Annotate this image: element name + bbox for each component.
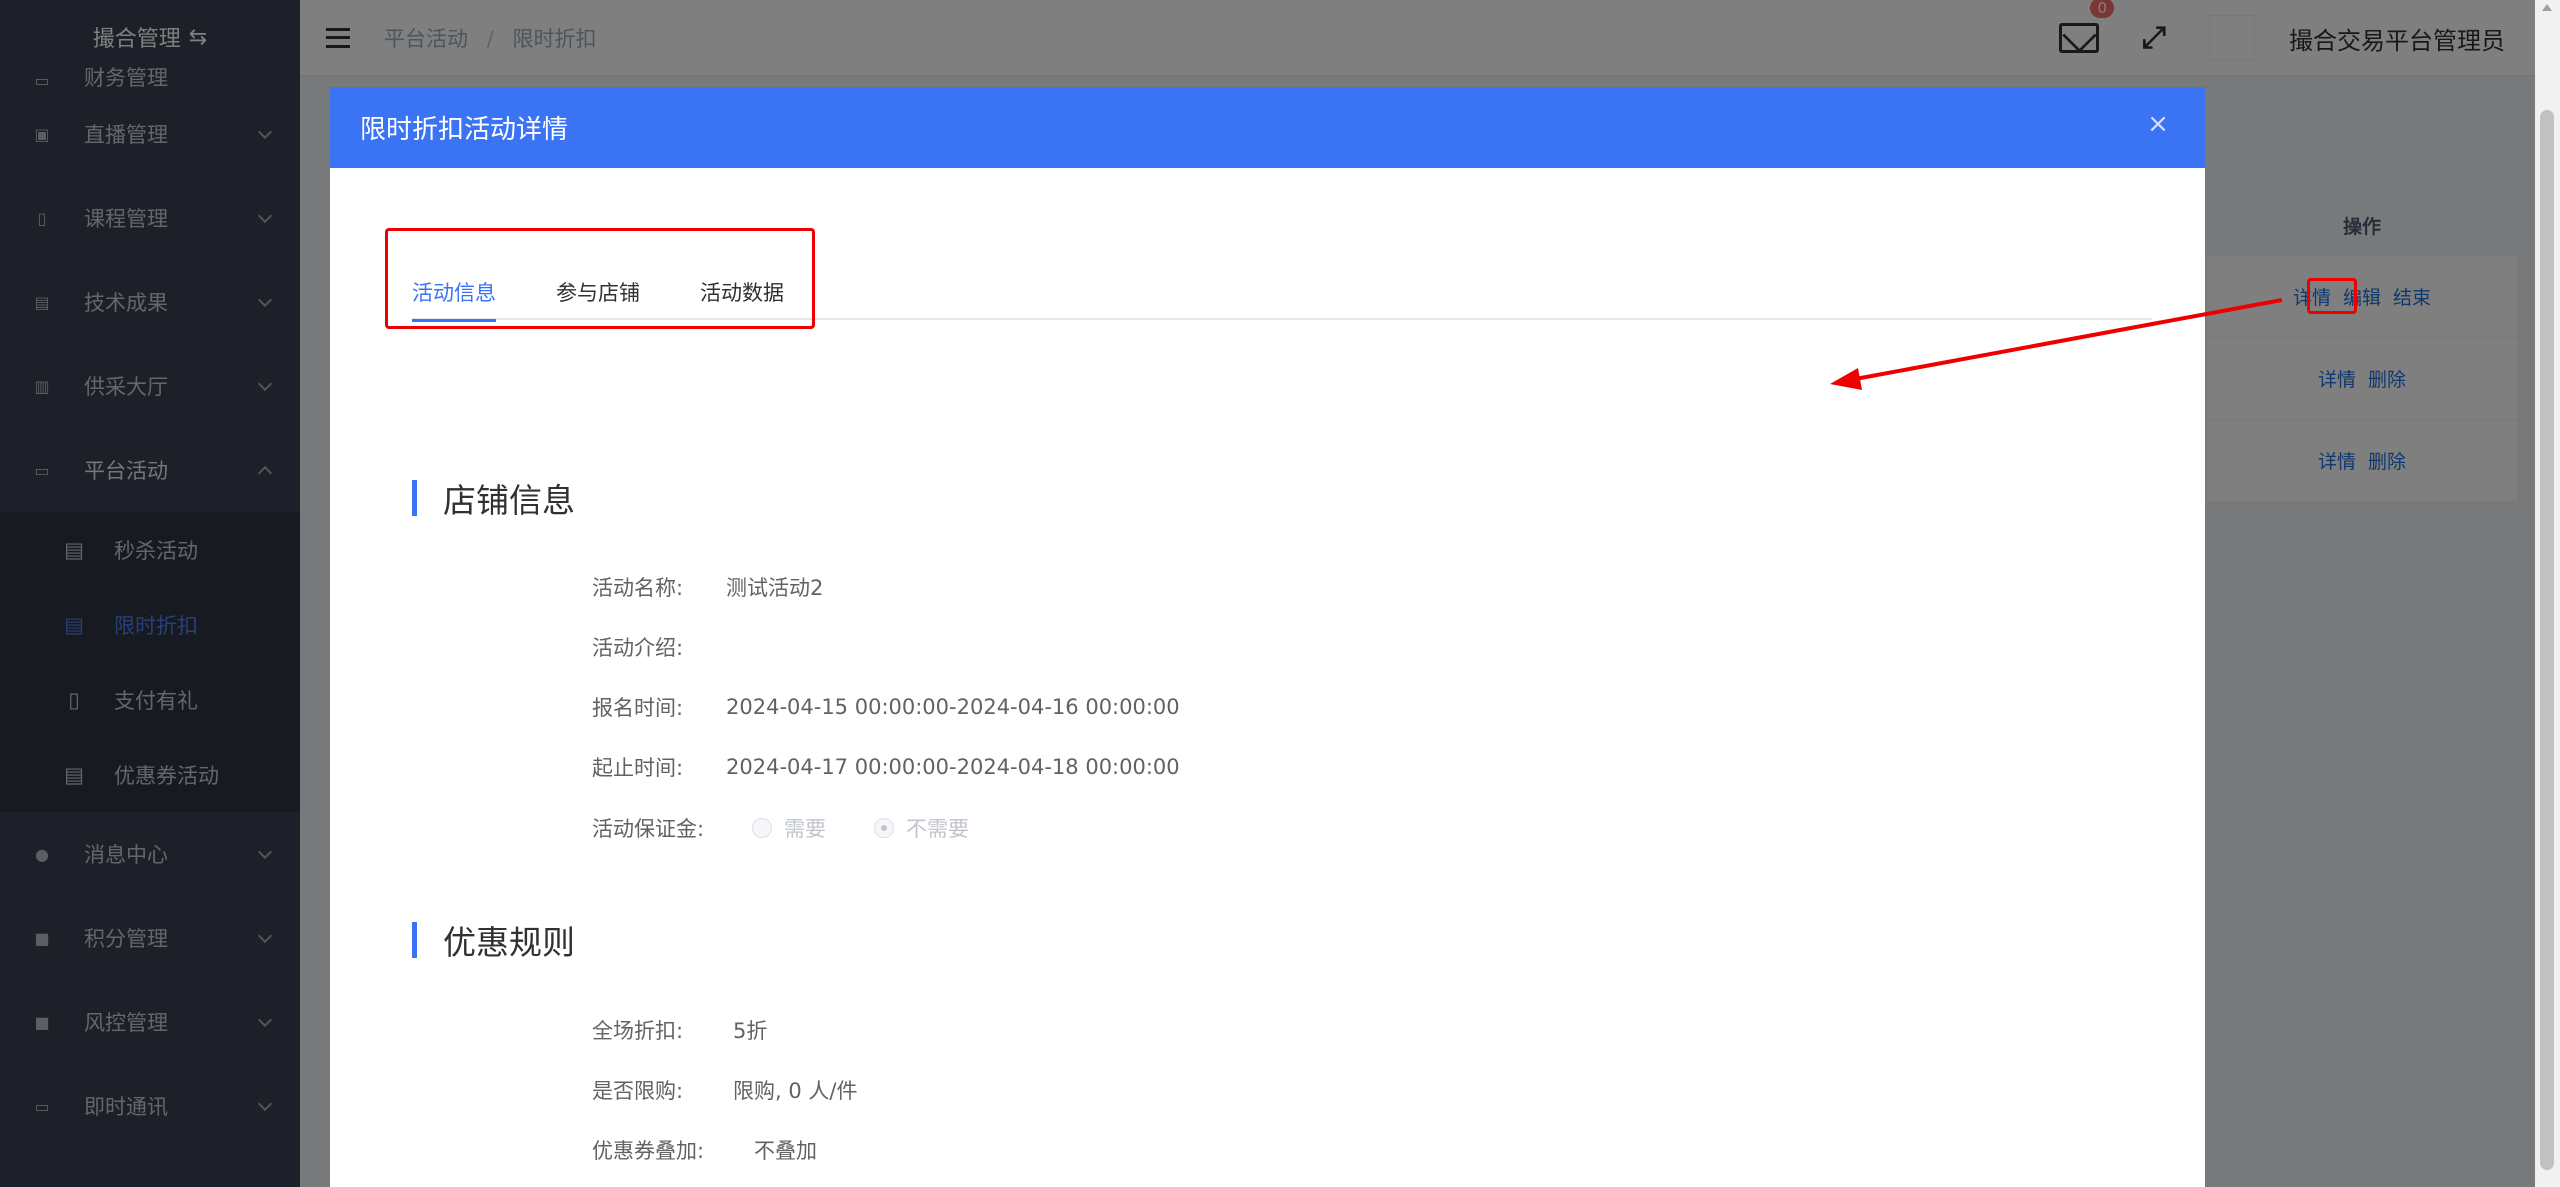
annotation-box-tabs (385, 228, 815, 329)
close-icon[interactable]: × (2147, 111, 2169, 137)
field-label: 全场折扣: (592, 1019, 684, 1043)
field-activity-name: 活动名称: 测试活动2 (592, 572, 823, 602)
section-title-store-info: 店铺信息 (412, 474, 575, 522)
radio-no-need[interactable]: 不需要 (874, 813, 969, 843)
field-label: 活动名称: (592, 576, 684, 600)
field-label: 活动介绍: (592, 636, 684, 660)
field-value: 2024-04-17 00:00:00-2024-04-18 00:00:00 (726, 755, 1180, 779)
field-signup-time: 报名时间: 2024-04-15 00:00:00-2024-04-16 00:… (592, 692, 1180, 722)
field-value: 5折 (733, 1019, 768, 1043)
scroll-up-icon[interactable] (2542, 4, 2552, 11)
field-start-end-time: 起止时间: 2024-04-17 00:00:00-2024-04-18 00:… (592, 752, 1180, 782)
field-value: 测试活动2 (726, 576, 824, 600)
radio-circle (752, 818, 772, 838)
field-label: 报名时间: (592, 696, 684, 720)
scrollbar-thumb[interactable] (2540, 110, 2554, 1170)
field-value: 2024-04-15 00:00:00-2024-04-16 00:00:00 (726, 695, 1180, 719)
section-bar (412, 480, 417, 516)
field-value: 不叠加 (754, 1139, 817, 1163)
field-label: 优惠券叠加: (592, 1139, 705, 1163)
annotation-box-detail (2307, 278, 2357, 314)
field-value: 限购, 0 人/件 (733, 1079, 858, 1103)
section-bar (412, 922, 417, 958)
radio-label: 不需要 (906, 817, 969, 841)
page-scrollbar[interactable] (2535, 0, 2560, 1187)
field-label: 活动保证金: (592, 817, 705, 841)
dialog-header: 限时折扣活动详情 × (330, 87, 2205, 168)
field-coupon-stack: 优惠券叠加: 不叠加 (592, 1135, 817, 1165)
field-purchase-limit: 是否限购: 限购, 0 人/件 (592, 1075, 857, 1105)
radio-need[interactable]: 需要 (752, 813, 826, 843)
field-deposit: 活动保证金: 需要 不需要 (592, 813, 1017, 843)
field-label: 起止时间: (592, 756, 684, 780)
radio-label: 需要 (784, 817, 826, 841)
field-label: 是否限购: (592, 1079, 684, 1103)
section-title-discount-rules: 优惠规则 (412, 916, 575, 964)
section-title-text: 店铺信息 (443, 481, 575, 520)
dialog-title: 限时折扣活动详情 (360, 115, 569, 145)
field-discount: 全场折扣: 5折 (592, 1015, 767, 1045)
field-activity-intro: 活动介绍: (592, 632, 726, 662)
section-title-text: 优惠规则 (443, 923, 575, 962)
radio-circle-checked (874, 818, 894, 838)
